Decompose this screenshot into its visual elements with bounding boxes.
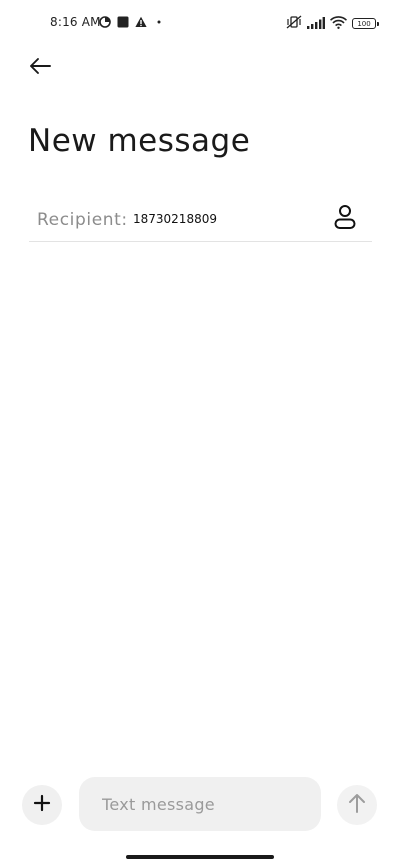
contact-picker-button[interactable] [330,204,360,234]
message-input[interactable] [102,793,302,815]
battery-level: 100 [357,19,371,28]
wifi-icon [329,14,348,33]
attach-button[interactable] [22,785,62,825]
person-icon [333,204,357,234]
recipient-label: Recipient: [37,210,128,230]
home-indicator[interactable] [126,855,274,859]
status-time: 8:16 AM [50,15,101,29]
composer-bar [0,776,400,834]
page-title: New message [28,122,251,159]
battery-icon: 100 [352,18,379,29]
message-field[interactable] [79,777,321,831]
recipient-row: Recipient: [29,196,372,242]
vibrate-off-icon [286,14,302,33]
square-notification-icon [116,15,130,29]
back-button[interactable] [24,52,56,84]
status-bar: 8:16 AM 100 [0,0,400,44]
signal-icon [307,14,325,33]
data-saver-icon [98,15,112,29]
send-button[interactable] [337,785,377,825]
recipient-input[interactable] [133,208,323,230]
plus-icon [33,794,51,816]
dot-icon [154,15,164,29]
arrow-up-icon [347,792,367,818]
arrow-left-icon [28,57,52,79]
status-icons-right: 100 [286,14,379,33]
warning-icon [134,15,148,29]
